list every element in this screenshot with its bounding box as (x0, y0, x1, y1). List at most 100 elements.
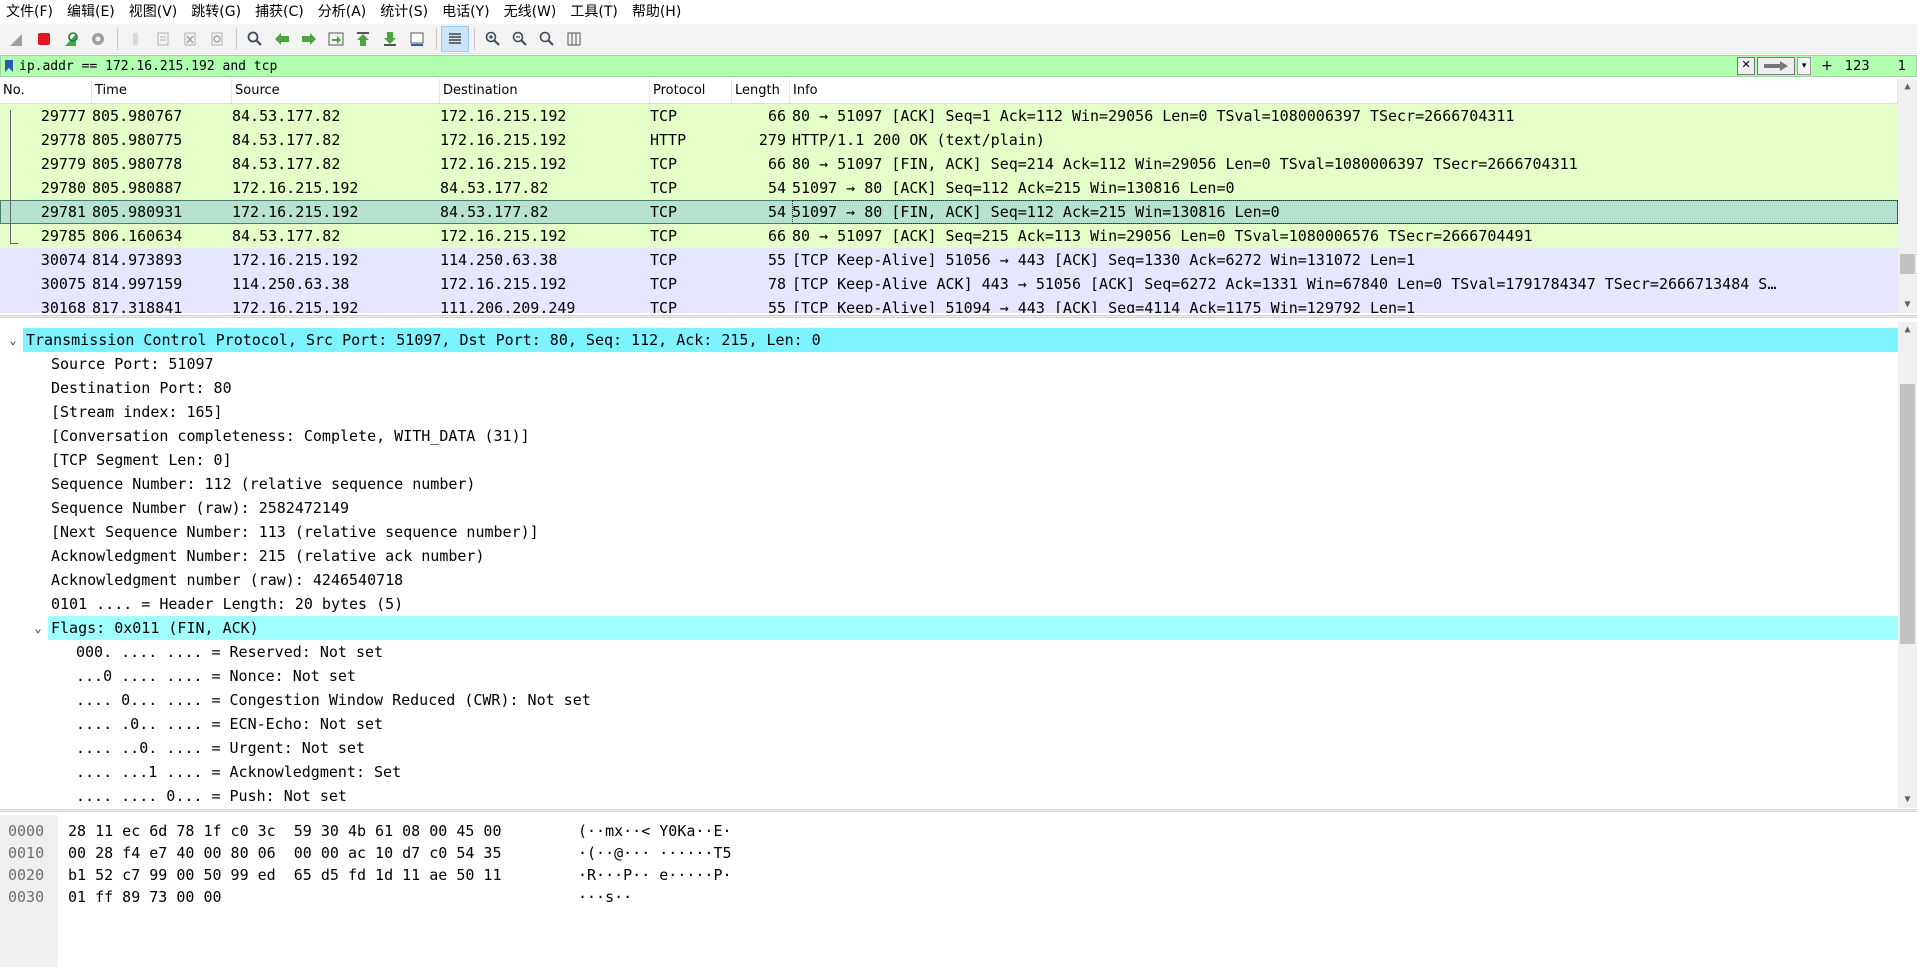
detail-row[interactable]: [Next Sequence Number: 113 (relative seq… (0, 520, 1898, 544)
column-header[interactable]: No. (0, 79, 92, 103)
detail-row[interactable]: .... ..0. .... = Urgent: Not set (0, 736, 1898, 760)
hex-bytes[interactable]: 28 11 ec 6d 78 1f c0 3c 59 30 4b 61 08 0… (68, 820, 501, 842)
auto-scroll-icon[interactable] (404, 27, 430, 51)
scrollbar-thumb[interactable] (1900, 254, 1915, 274)
reload-file-icon[interactable] (204, 27, 230, 51)
expand-collapse-icon[interactable]: ⌄ (6, 328, 20, 352)
packet-row[interactable]: 29780 805.980887 172.16.215.192 84.53.177.8… (0, 176, 1898, 200)
detail-row[interactable]: Source Port: 51097 (0, 352, 1898, 376)
save-file-icon[interactable] (150, 27, 176, 51)
packet-cell-proto: TCP (650, 155, 678, 173)
details-scrollbar[interactable]: ▲ ▼ (1898, 322, 1917, 808)
packet-row[interactable]: 30074 814.973893 172.16.215.192 114.250.63.… (0, 248, 1898, 272)
detail-row[interactable]: Acknowledgment number (raw): 4246540718 (0, 568, 1898, 592)
column-header[interactable]: Destination (440, 79, 650, 103)
detail-row[interactable]: Sequence Number (raw): 2582472149 (0, 496, 1898, 520)
menu-item[interactable]: 无线(W) (498, 0, 565, 24)
filter-history-dropdown[interactable]: ▾ (1797, 57, 1812, 75)
detail-row[interactable]: .... .... 0... = Push: Not set (0, 784, 1898, 808)
column-header[interactable]: Source (232, 79, 440, 103)
detail-row[interactable]: Destination Port: 80 (0, 376, 1898, 400)
scroll-down-icon[interactable]: ▼ (1898, 297, 1917, 313)
go-forward-icon[interactable] (296, 27, 322, 51)
ascii-bytes[interactable]: ·R···P·· e·····P· (578, 864, 732, 886)
menu-item[interactable]: 视图(V) (123, 0, 186, 24)
resize-columns-icon[interactable] (561, 27, 587, 51)
hex-dump-row[interactable]: 0030 01 ff 89 73 00 00 ···s·· (0, 886, 1898, 908)
hex-bytes[interactable]: 00 28 f4 e7 40 00 80 06 00 00 ac 10 d7 c… (68, 842, 501, 864)
detail-row[interactable]: 0101 .... = Header Length: 20 bytes (5) (0, 592, 1898, 616)
menu-item[interactable]: 电话(Y) (436, 0, 497, 24)
packet-cell-len: 66 (767, 227, 786, 245)
packet-row[interactable]: 30168 817.318841 172.16.215.192 111.206.209… (0, 296, 1898, 313)
scroll-up-icon[interactable]: ▲ (1898, 322, 1917, 338)
hex-dump-row[interactable]: 0000 28 11 ec 6d 78 1f c0 3c 59 30 4b 61 … (0, 820, 1898, 842)
go-last-icon[interactable] (377, 27, 403, 51)
column-header[interactable]: Length (732, 79, 790, 103)
detail-row[interactable]: [Stream index: 165] (0, 400, 1898, 424)
detail-row[interactable]: ⌄ Transmission Control Protocol, Src Port… (9, 328, 1898, 352)
detail-row[interactable]: [TCP Segment Len: 0] (0, 448, 1898, 472)
open-file-icon[interactable] (123, 27, 149, 51)
packet-cell-len: 54 (767, 179, 786, 197)
packet-row[interactable]: 29785 806.160634 84.53.177.82 172.16.215.19… (0, 224, 1898, 248)
column-header[interactable]: Info (790, 79, 1898, 103)
normal-size-icon[interactable] (534, 27, 560, 51)
find-packet-icon[interactable] (242, 27, 268, 51)
capture-options-icon[interactable] (85, 27, 111, 51)
detail-row[interactable]: 000. .... .... = Reserved: Not set (0, 640, 1898, 664)
scroll-up-icon[interactable]: ▲ (1898, 79, 1917, 95)
add-filter-button[interactable]: + (1821, 58, 1833, 74)
go-to-packet-icon[interactable] (323, 27, 349, 51)
detail-row[interactable]: Sequence Number: 112 (relative sequence … (0, 472, 1898, 496)
column-header[interactable]: Protocol (650, 79, 732, 103)
ascii-bytes[interactable]: ·(··@··· ······T5 (578, 842, 732, 864)
scrollbar-thumb[interactable] (1900, 384, 1915, 644)
menu-item[interactable]: 工具(T) (564, 0, 625, 24)
packet-list-scrollbar[interactable]: ▲ ▼ (1898, 79, 1917, 313)
detail-row[interactable]: .... 0... .... = Congestion Window Reduc… (0, 688, 1898, 712)
column-header[interactable]: Time (92, 79, 232, 103)
display-filter-input[interactable] (17, 56, 1738, 76)
hex-dump-row[interactable]: 0020 b1 52 c7 99 00 50 99 ed 65 d5 fd 1d … (0, 864, 1898, 886)
zoom-out-icon[interactable] (507, 27, 533, 51)
stop-capture-icon[interactable] (31, 27, 57, 51)
detail-row[interactable]: .... .0.. .... = ECN-Echo: Not set (0, 712, 1898, 736)
scroll-down-icon[interactable]: ▼ (1898, 792, 1917, 808)
bookmark-icon[interactable] (1, 56, 17, 76)
shark-fin-start-icon[interactable] (4, 27, 30, 51)
pane-splitter[interactable] (0, 809, 1917, 812)
pane-splitter[interactable] (0, 315, 1917, 318)
detail-row[interactable]: [Conversation completeness: Complete, WI… (0, 424, 1898, 448)
menu-item[interactable]: 文件(F) (0, 0, 61, 24)
close-file-icon[interactable] (177, 27, 203, 51)
menu-item[interactable]: 编辑(E) (61, 0, 123, 24)
menu-item[interactable]: 分析(A) (312, 0, 375, 24)
zoom-in-icon[interactable] (480, 27, 506, 51)
packet-row[interactable]: 29779 805.980778 84.53.177.82 172.16.215.19… (0, 152, 1898, 176)
packet-row[interactable]: 29778 805.980775 84.53.177.82 172.16.215.19… (0, 128, 1898, 152)
go-first-icon[interactable] (350, 27, 376, 51)
restart-capture-icon[interactable] (58, 27, 84, 51)
go-back-icon[interactable] (269, 27, 295, 51)
clear-filter-icon[interactable]: ✕ (1737, 57, 1756, 75)
detail-row[interactable]: ⌄ Flags: 0x011 (FIN, ACK) (34, 616, 1898, 640)
hex-bytes[interactable]: b1 52 c7 99 00 50 99 ed 65 d5 fd 1d 11 a… (68, 864, 501, 886)
detail-row[interactable]: .... ...1 .... = Acknowledgment: Set (0, 760, 1898, 784)
menu-item[interactable]: 跳转(G) (185, 0, 249, 24)
packet-row[interactable]: 29777 805.980767 84.53.177.82 172.16.215.19… (0, 104, 1898, 128)
packet-row[interactable]: 29781 805.980931 172.16.215.192 84.53.177.8… (0, 200, 1898, 224)
menu-item[interactable]: 帮助(H) (626, 0, 689, 24)
hex-bytes[interactable]: 01 ff 89 73 00 00 (68, 886, 222, 908)
menu-item[interactable]: 统计(S) (374, 0, 436, 24)
menu-item[interactable]: 捕获(C) (249, 0, 312, 24)
ascii-bytes[interactable]: (··mx··< Y0Ka··E· (578, 820, 732, 842)
detail-row[interactable]: ...0 .... .... = Nonce: Not set (0, 664, 1898, 688)
packet-row[interactable]: 30075 814.997159 114.250.63.38 172.16.215.1… (0, 272, 1898, 296)
detail-row[interactable]: Acknowledgment Number: 215 (relative ack… (0, 544, 1898, 568)
hex-dump-row[interactable]: 0010 00 28 f4 e7 40 00 80 06 00 00 ac 10 … (0, 842, 1898, 864)
ascii-bytes[interactable]: ···s·· (578, 886, 632, 908)
colorize-icon[interactable] (441, 25, 469, 52)
expand-collapse-icon[interactable]: ⌄ (31, 616, 45, 640)
apply-filter-icon[interactable] (1757, 57, 1796, 75)
